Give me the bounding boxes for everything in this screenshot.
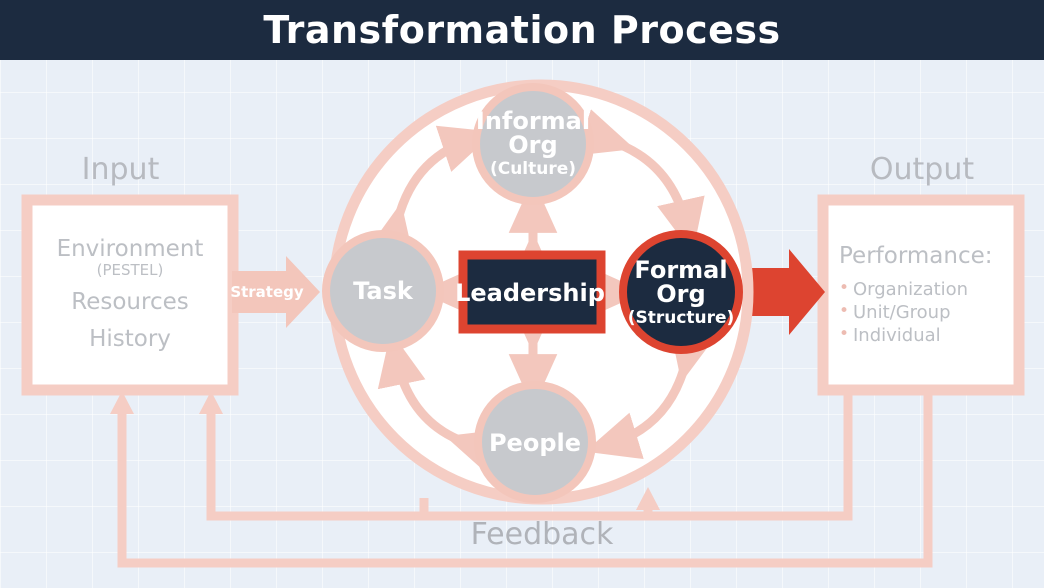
output-item-unit-group: Unit/Group: [839, 301, 1017, 324]
leadership-box[interactable]: [458, 250, 606, 334]
input-line-history: History: [89, 325, 171, 352]
title-bar: Transformation Process: [0, 0, 1044, 60]
output-item-individual: Individual: [839, 324, 1017, 347]
input-line-pestel: (PESTEL): [96, 261, 164, 280]
people-circle[interactable]: [474, 381, 596, 503]
output-label: Output: [869, 152, 975, 187]
input-box-content: Environment (PESTEL) Resources History: [30, 205, 230, 385]
input-label: Input: [81, 152, 160, 187]
page-title: Transformation Process: [263, 8, 781, 52]
output-item-organization: Organization: [839, 278, 1017, 301]
input-line-environment: Environment: [56, 236, 204, 263]
strategy-arrow-label: Strategy: [230, 283, 304, 301]
feedback-stub-arrowhead: [636, 487, 660, 510]
output-box-content: Performance: Organization Unit/Group Ind…: [827, 205, 1017, 385]
output-arrow: [747, 249, 825, 335]
formal-org-circle[interactable]: [619, 230, 743, 354]
informal-org-circle[interactable]: [472, 83, 594, 205]
output-heading: Performance:: [839, 242, 993, 269]
output-list: Organization Unit/Group Individual: [839, 278, 1017, 348]
diagram-canvas: Transformation Process Input Environment…: [0, 0, 1044, 588]
task-circle[interactable]: [322, 230, 444, 352]
input-line-resources: Resources: [71, 289, 189, 316]
feedback-label: Feedback: [470, 517, 614, 552]
